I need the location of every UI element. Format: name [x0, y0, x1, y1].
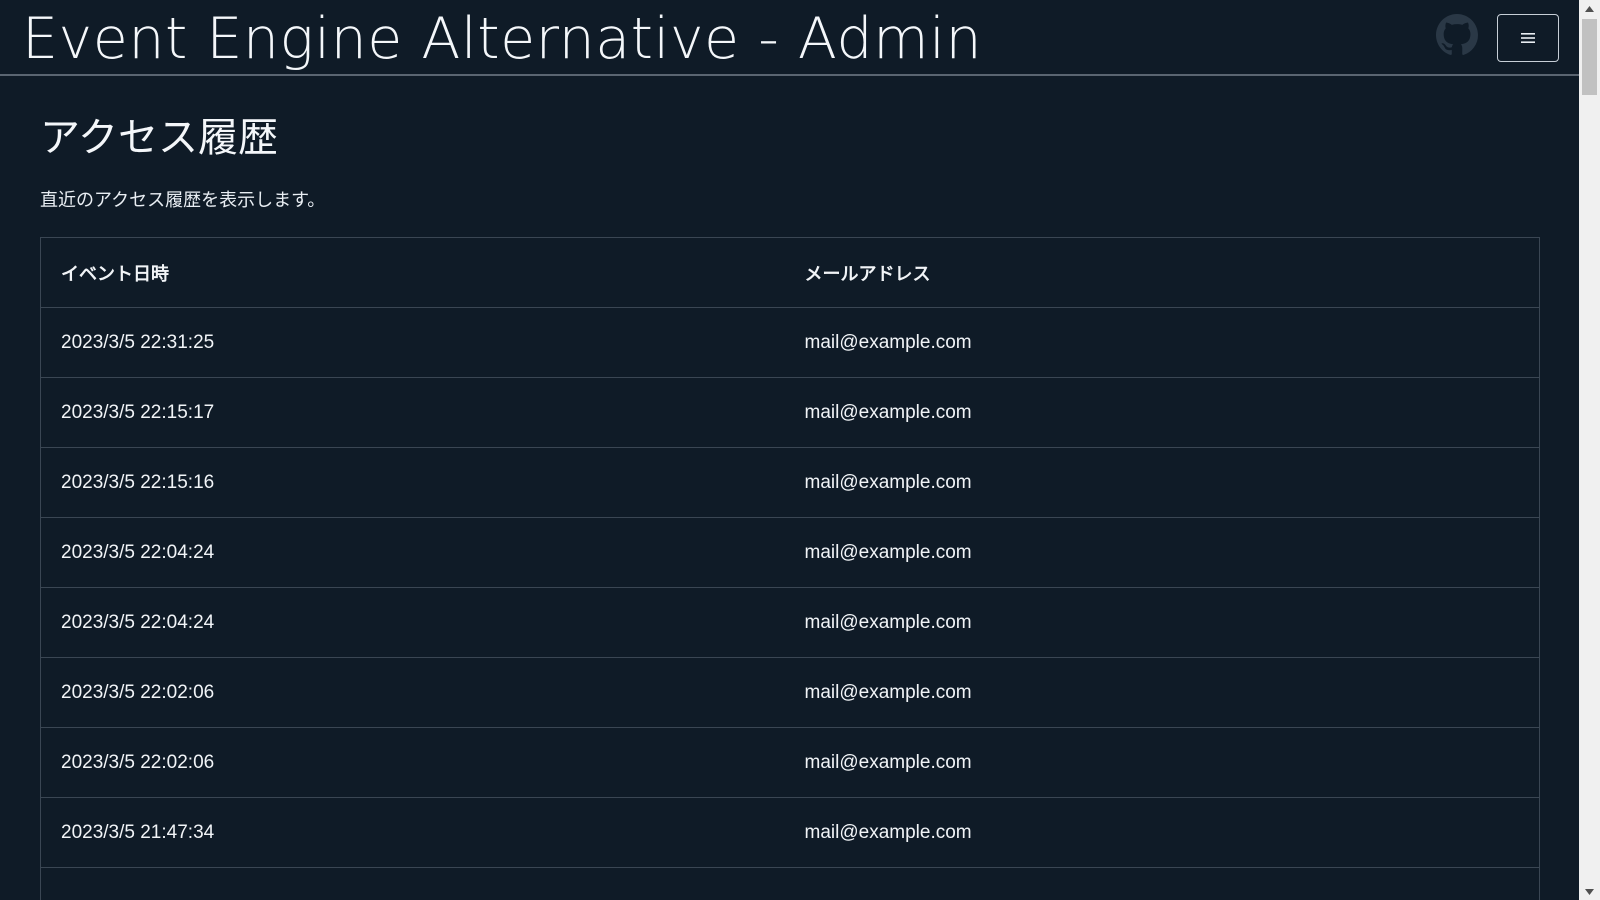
email-cell: mail@example.com — [784, 727, 1540, 798]
menu-toggle-button[interactable] — [1497, 14, 1559, 62]
event-datetime-cell: 2023/3/5 22:15:17 — [40, 377, 785, 448]
email-cell: mail@example.com — [784, 797, 1540, 868]
page-title: アクセス履歴 — [40, 115, 278, 161]
table-row: 2023/3/5 22:02:06 mail@example.com — [40, 727, 1540, 798]
email-cell: mail@example.com — [784, 657, 1540, 728]
table-row: 2023/3/5 22:04:24 mail@example.com — [40, 517, 1540, 588]
table-row: 2023/3/5 22:15:16 mail@example.com — [40, 447, 1540, 518]
table-row: 2023/3/5 22:04:24 mail@example.com — [40, 587, 1540, 658]
page-description: 直近のアクセス履歴を表示します。 — [40, 190, 326, 211]
column-header-email: メールアドレス — [784, 237, 1540, 308]
app-title[interactable]: Event Engine Alternative - Admin — [22, 2, 982, 76]
access-history-table: イベント日時 メールアドレス 2023/3/5 22:31:25 mail@ex… — [40, 237, 1540, 900]
email-cell: mail@example.com — [784, 587, 1540, 658]
email-cell: mail@example.com — [784, 377, 1540, 448]
table-row: 2023/3/5 21:47:34 mail@example.com — [40, 797, 1540, 868]
scroll-up-arrow-icon[interactable] — [1579, 0, 1600, 17]
github-icon — [1436, 14, 1478, 56]
event-datetime-cell: 2023/3/5 22:02:06 — [40, 657, 785, 728]
hamburger-menu-icon — [1520, 32, 1536, 44]
column-header-event-datetime: イベント日時 — [40, 237, 785, 308]
top-navbar: Event Engine Alternative - Admin — [0, 0, 1579, 76]
github-link[interactable] — [1436, 14, 1478, 56]
event-datetime-cell: 2023/3/5 22:04:24 — [40, 517, 785, 588]
admin-page: Event Engine Alternative - Admin アクセス履歴 … — [0, 0, 1600, 900]
event-datetime-cell: 2023/3/5 22:02:06 — [40, 727, 785, 798]
scroll-down-arrow-icon[interactable] — [1579, 883, 1600, 900]
table-row: 2023/3/5 22:31:25 mail@example.com — [40, 307, 1540, 378]
table-row — [40, 867, 1540, 900]
email-cell — [784, 867, 1540, 900]
email-cell: mail@example.com — [784, 307, 1540, 378]
event-datetime-cell: 2023/3/5 22:04:24 — [40, 587, 785, 658]
email-cell: mail@example.com — [784, 517, 1540, 588]
event-datetime-cell: 2023/3/5 22:31:25 — [40, 307, 785, 378]
email-cell: mail@example.com — [784, 447, 1540, 518]
table-row: 2023/3/5 22:15:17 mail@example.com — [40, 377, 1540, 448]
table-header-row: イベント日時 メールアドレス — [40, 237, 1540, 308]
scrollbar-thumb[interactable] — [1582, 19, 1597, 95]
event-datetime-cell: 2023/3/5 21:47:34 — [40, 797, 785, 868]
vertical-scrollbar[interactable] — [1579, 0, 1600, 900]
table-row: 2023/3/5 22:02:06 mail@example.com — [40, 657, 1540, 728]
event-datetime-cell — [40, 867, 785, 900]
event-datetime-cell: 2023/3/5 22:15:16 — [40, 447, 785, 518]
